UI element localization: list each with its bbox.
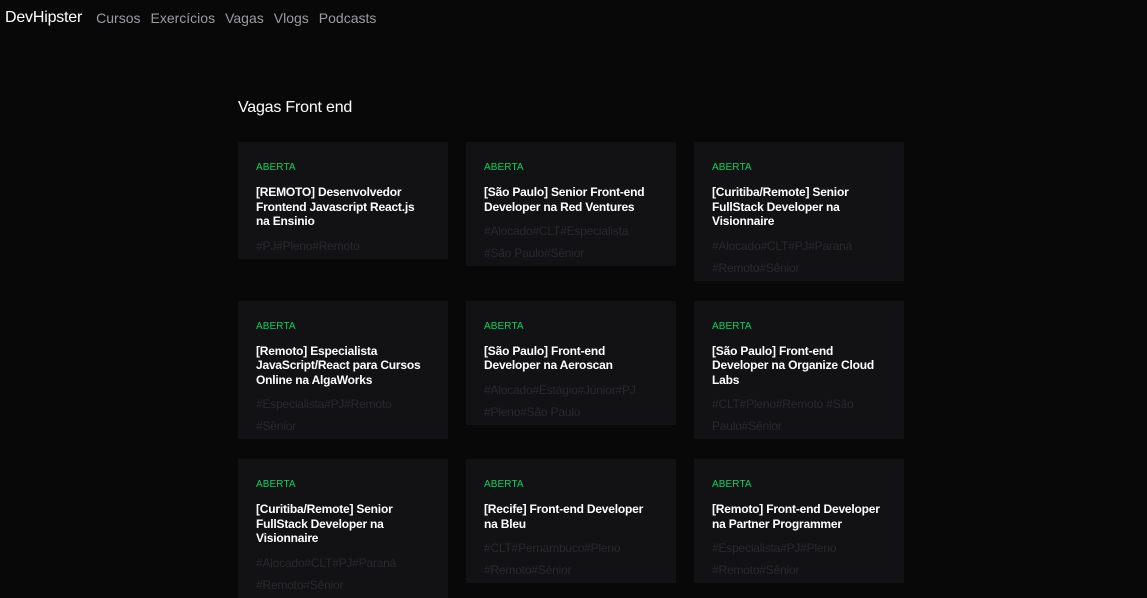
job-tags: #Especialista#PJ#Pleno #Remoto#Sênior — [712, 541, 837, 577]
job-tags: #Alocado#CLT#PJ#Paraná #Remoto#Sênior — [256, 555, 397, 592]
job-tags: #CLT#Pernambuco#Pleno #Remoto#Sênior — [484, 541, 621, 577]
status-badge: ABERTA — [712, 479, 752, 490]
job-tags: #Alocado#Estágio#Júnior#PJ #Pleno#São Pa… — [484, 382, 636, 419]
job-card[interactable]: ABERTA [Curitiba/Remote] Senior FullStac… — [238, 459, 448, 598]
job-card[interactable]: ABERTA [São Paulo] Front-end Developer n… — [466, 300, 676, 425]
job-card[interactable]: ABERTA [São Paulo] Front-end Developer n… — [694, 300, 904, 439]
nav-link-vlogs[interactable]: Vlogs — [274, 10, 309, 26]
top-navigation: DevHipster Cursos Exercícios Vagas Vlogs… — [0, 0, 386, 36]
nav-link-exercicios[interactable]: Exercícios — [151, 10, 216, 26]
job-tags: #Alocado#CLT#PJ#Paraná #Remoto#Sênior — [712, 238, 853, 275]
status-badge: ABERTA — [256, 479, 296, 490]
job-tags: #Especialista#PJ#Remoto #Sênior — [256, 397, 392, 433]
job-tags: #Alocado#CLT#Especialista #São Paulo#Sên… — [484, 224, 629, 260]
status-badge: ABERTA — [712, 320, 752, 332]
status-badge: ABERTA — [256, 320, 296, 332]
status-badge: ABERTA — [256, 162, 296, 173]
job-card[interactable]: ABERTA [Remoto] Especialista JavaScript/… — [238, 300, 448, 439]
nav-link-vagas[interactable]: Vagas — [225, 10, 264, 26]
job-tags: #PJ#Pleno#Remoto — [256, 238, 360, 253]
job-title: [São Paulo] Front-end Developer na Aeros… — [484, 343, 613, 373]
job-card[interactable]: ABERTA [Curitiba/Remote] Senior FullStac… — [694, 142, 904, 281]
status-badge: ABERTA — [712, 162, 752, 173]
job-title: [Remoto] Front-end Developer na Partner … — [712, 502, 880, 531]
job-card[interactable]: ABERTA [Remoto] Front-end Developer na P… — [694, 459, 904, 583]
job-title: [São Paulo] Front-end Developer na Organ… — [712, 343, 874, 387]
status-badge: ABERTA — [484, 320, 524, 332]
job-tags: #CLT#Pleno#Remoto #São Paulo#Sênior — [712, 397, 854, 433]
job-card[interactable]: ABERTA [São Paulo] Senior Front-end Deve… — [466, 142, 676, 266]
brand-logo[interactable]: DevHipster — [5, 9, 82, 27]
nav-link-cursos[interactable]: Cursos — [96, 10, 140, 26]
status-badge: ABERTA — [484, 479, 524, 490]
job-grid: ABERTA [REMOTO] Desenvolvedor Frontend J… — [238, 142, 904, 598]
job-title: [Remoto] Especialista JavaScript/React p… — [256, 343, 421, 387]
job-title: [Recife] Front-end Developer na Bleu — [484, 502, 644, 531]
job-title: [Curitiba/Remote] Senior FullStack Devel… — [712, 185, 849, 228]
status-badge: ABERTA — [484, 162, 524, 173]
page-title: Vagas Front end — [238, 99, 353, 116]
job-title: [São Paulo] Senior Front-end Developer n… — [484, 185, 645, 214]
job-card[interactable]: ABERTA [Recife] Front-end Developer na B… — [466, 459, 676, 583]
job-title: [REMOTO] Desenvolvedor Frontend Javascri… — [256, 185, 415, 228]
job-card[interactable]: ABERTA [REMOTO] Desenvolvedor Frontend J… — [238, 142, 448, 259]
job-title: [Curitiba/Remote] Senior FullStack Devel… — [256, 502, 393, 545]
nav-link-podcasts[interactable]: Podcasts — [319, 10, 377, 26]
